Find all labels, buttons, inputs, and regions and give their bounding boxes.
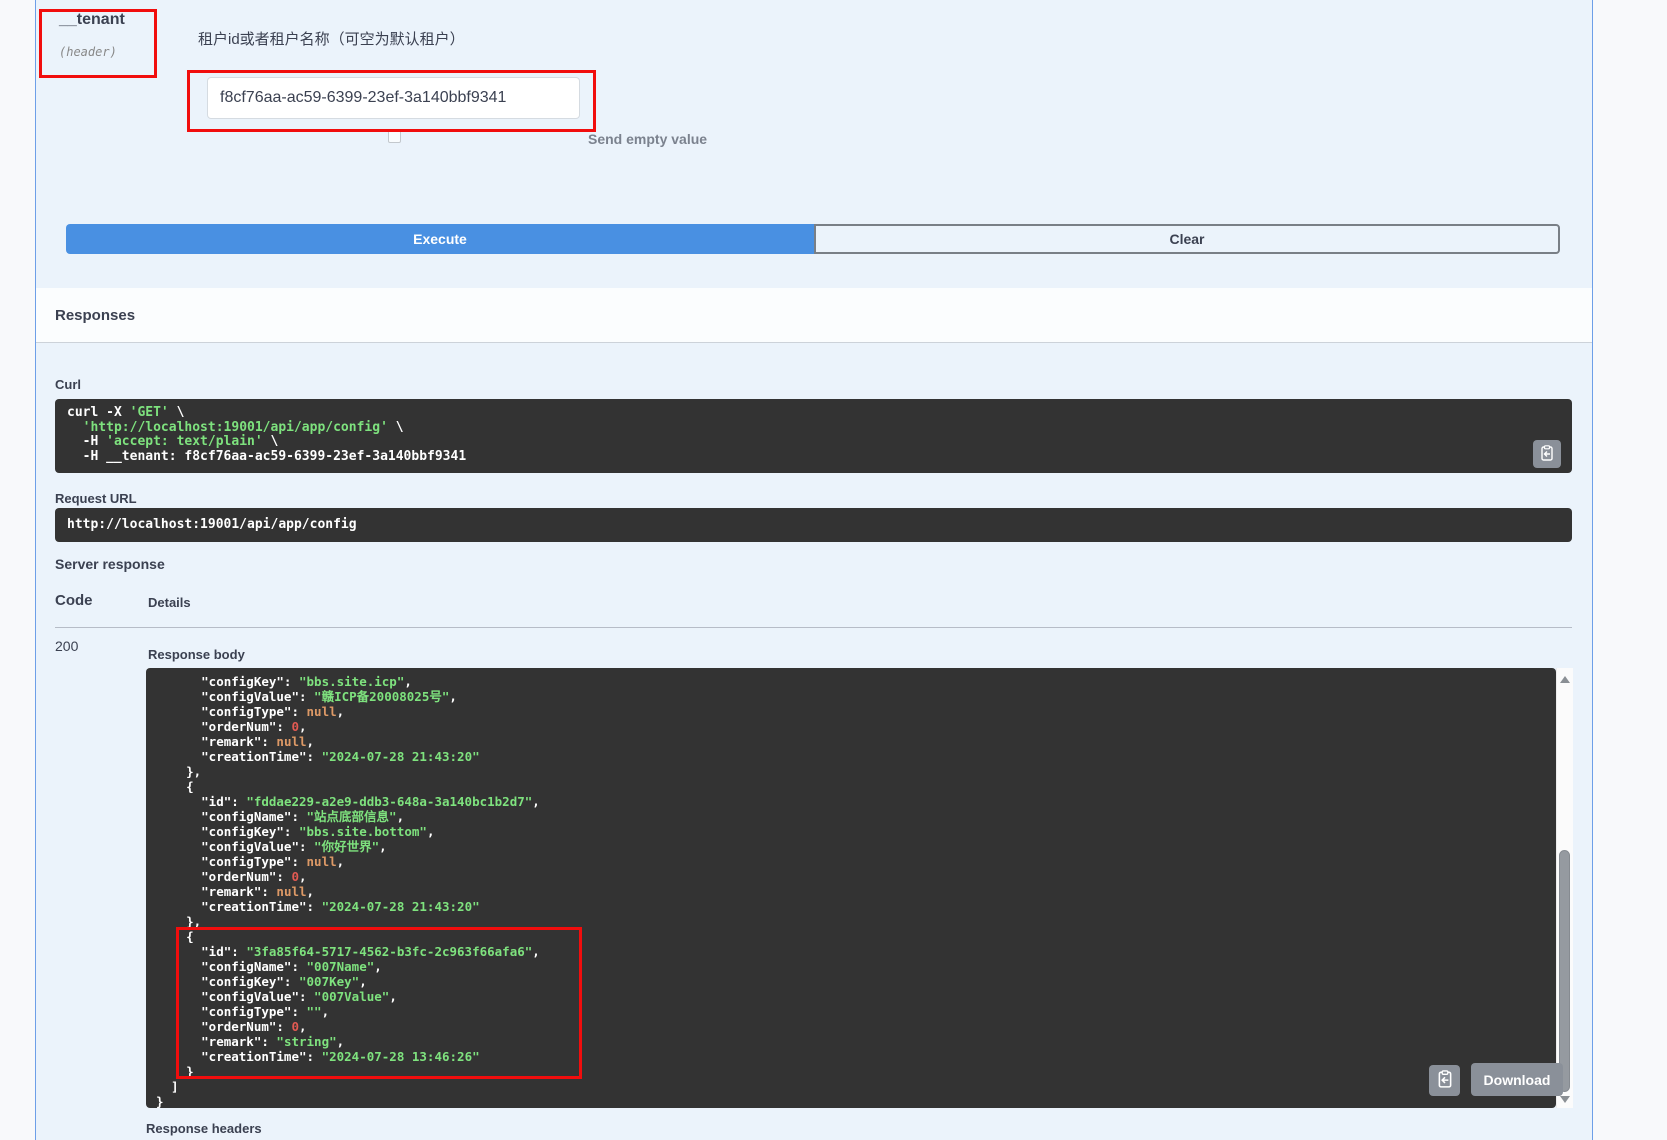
copy-curl-button[interactable] <box>1533 440 1561 468</box>
copy-clipboard-icon <box>1539 445 1555 464</box>
table-divider <box>55 627 1572 628</box>
status-code: 200 <box>55 638 78 654</box>
response-body-text: "configKey": "bbs.site.icp", "configValu… <box>156 674 1546 1108</box>
parameter-description: 租户id或者租户名称（可空为默认租户） <box>198 28 465 49</box>
responses-section-header: Responses <box>36 288 1592 343</box>
request-url-label: Request URL <box>55 491 137 506</box>
curl-label: Curl <box>55 377 81 392</box>
request-url-text: http://localhost:19001/api/app/config <box>67 517 357 532</box>
responses-title: Responses <box>55 307 135 324</box>
send-empty-checkbox[interactable] <box>388 130 401 143</box>
scrollbar-up-icon[interactable] <box>1560 676 1570 683</box>
send-empty-label: Send empty value <box>588 131 707 147</box>
parameter-location: (header) <box>59 45 117 59</box>
copy-clipboard-icon <box>1436 1070 1454 1091</box>
details-column-header: Details <box>148 595 191 610</box>
scrollbar-thumb[interactable] <box>1559 850 1570 1092</box>
download-button[interactable]: Download <box>1471 1063 1563 1096</box>
response-body-block: "configKey": "bbs.site.icp", "configValu… <box>146 668 1556 1108</box>
code-column-header: Code <box>55 592 93 609</box>
parameter-name: __tenant <box>59 11 125 29</box>
execute-button[interactable]: Execute <box>66 224 814 254</box>
response-body-label: Response body <box>148 647 245 662</box>
request-url-block: http://localhost:19001/api/app/config <box>55 508 1572 542</box>
curl-command-block: curl -X 'GET' \ 'http://localhost:19001/… <box>55 399 1572 473</box>
clear-button[interactable]: Clear <box>814 224 1560 254</box>
copy-response-button[interactable] <box>1429 1065 1460 1096</box>
tenant-input[interactable] <box>207 77 580 119</box>
swagger-operation-page: __tenant (header) 租户id或者租户名称（可空为默认租户） Se… <box>0 0 1667 1140</box>
scrollbar-down-icon[interactable] <box>1560 1096 1570 1103</box>
response-headers-label: Response headers <box>146 1121 262 1136</box>
curl-command-text: curl -X 'GET' \ 'http://localhost:19001/… <box>67 406 1560 464</box>
server-response-label: Server response <box>55 556 165 572</box>
